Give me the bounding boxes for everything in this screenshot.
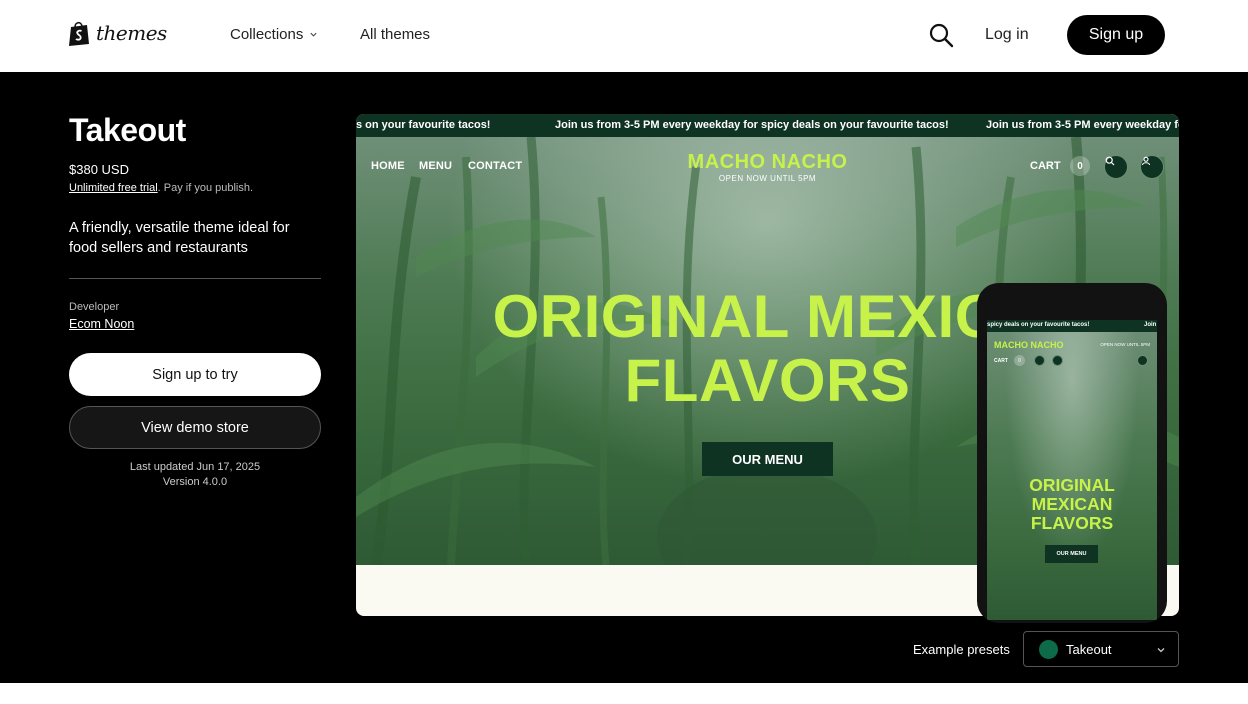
mobile-our-menu-button: OUR MENU: [1045, 545, 1098, 563]
chevron-down-icon: [310, 32, 317, 37]
preview-cart-label: CART: [1030, 160, 1061, 172]
mobile-search-icon: [1034, 355, 1045, 366]
nav-all-themes-link[interactable]: All themes: [360, 26, 430, 43]
theme-description: A friendly, versatile theme ideal for fo…: [69, 220, 290, 256]
search-icon[interactable]: [928, 22, 954, 48]
mobile-cart-count: 0: [1014, 355, 1025, 366]
shopify-themes-logo[interactable]: themes: [68, 20, 167, 46]
mobile-headline-line-1: ORIGINAL: [1029, 475, 1115, 495]
preset-select[interactable]: Takeout: [1023, 631, 1179, 667]
theme-title: Takeout: [69, 112, 186, 148]
ticker-text-middle: Join us from 3-5 PM every weekday for sp…: [555, 119, 949, 131]
preview-open-status: OPEN NOW UNTIL 5PM: [718, 174, 817, 183]
sign-up-to-try-button[interactable]: Sign up to try: [69, 353, 321, 396]
logo-text: themes: [96, 21, 167, 45]
version: Version 4.0.0: [162, 476, 228, 488]
top-navigation: themes Collections All themes Log in Sig…: [0, 0, 1248, 72]
nav-collections-label: Collections: [230, 26, 304, 43]
preview-cart-count: 0: [1070, 156, 1090, 176]
theme-meta: Last updated Jun 17, 2025 Version 4.0.0: [69, 460, 321, 490]
mobile-headline-line-2: MEXICAN: [1031, 494, 1113, 514]
mobile-preview[interactable]: spicy deals on your favourite tacos! Joi…: [977, 283, 1167, 623]
theme-hero: Takeout $380 USD Unlimited free trial. P…: [0, 72, 1248, 683]
mobile-headline-line-3: FLAVORS: [1030, 513, 1114, 533]
theme-price: $380 USD: [69, 162, 129, 177]
page-below-fold: [0, 683, 1248, 704]
mobile-open-status: OPEN NOW UNTIL 5PM: [1100, 342, 1150, 347]
free-trial-link[interactable]: Unlimited free trial: [69, 182, 158, 194]
developer-label: Developer: [69, 301, 120, 313]
preview-our-menu-button: OUR MENU: [702, 442, 833, 476]
preview-search-icon: [1104, 155, 1128, 179]
ticker-text-right: Join us from 3-5 PM every weekday for sp: [986, 119, 1179, 131]
nav-collections-dropdown[interactable]: Collections: [230, 26, 318, 43]
chevron-down-icon: [1157, 648, 1165, 653]
mobile-hamburger-icon: [1137, 355, 1148, 366]
ticker-text-left: s on your favourite tacos!: [356, 119, 491, 131]
last-updated: Last updated Jun 17, 2025: [129, 461, 261, 473]
mobile-preview-screen: spicy deals on your favourite tacos! Joi…: [987, 320, 1157, 620]
divider: [69, 278, 321, 279]
shopify-bag-icon: [69, 21, 89, 46]
mobile-account-icon: [1052, 355, 1063, 366]
trial-note: . Pay if you publish.: [157, 182, 254, 194]
preview-account-icon: [1140, 155, 1164, 179]
mobile-announcement-bar: spicy deals on your favourite tacos! Joi…: [987, 320, 1157, 332]
preset-selected-name: Takeout: [1066, 642, 1112, 657]
mobile-brand: MACHO NACHO: [994, 340, 1064, 350]
view-demo-store-button[interactable]: View demo store: [69, 406, 321, 449]
mobile-ticker-right: Join: [1144, 322, 1157, 328]
signup-button[interactable]: Sign up: [1067, 15, 1165, 55]
login-link[interactable]: Log in: [985, 26, 1029, 44]
mobile-ticker-left: spicy deals on your favourite tacos!: [987, 322, 1090, 328]
trial-info: Unlimited free trial. Pay if you publish…: [69, 182, 253, 194]
preset-color-swatch: [1039, 640, 1058, 659]
announcement-bar: s on your favourite tacos! Join us from …: [356, 114, 1179, 137]
mobile-headline: ORIGINAL MEXICAN FLAVORS: [987, 476, 1157, 533]
example-presets-label: Example presets: [913, 642, 1010, 657]
developer-link[interactable]: Ecom Noon: [69, 317, 134, 331]
mobile-cart-label: CART: [994, 358, 1008, 364]
